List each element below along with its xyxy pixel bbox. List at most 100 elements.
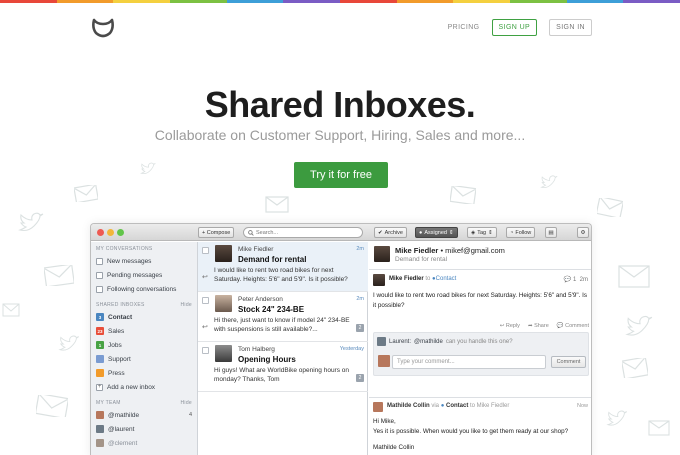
avatar <box>96 425 104 433</box>
window-toolbar: + Compose Search... ✔ Archive ● Assigned… <box>91 224 591 241</box>
plus-icon: + <box>96 383 103 391</box>
bird-icon <box>58 335 80 353</box>
calendar-button[interactable]: ▤ <box>545 227 557 238</box>
inbox-color-badge <box>96 369 104 377</box>
conversation-header: Mike Fiedler • mikef@gmail.com Demand fo… <box>369 242 591 270</box>
sidebar-item-sales[interactable]: 23 Sales <box>91 324 197 338</box>
add-inbox-button[interactable]: + Add a new inbox <box>91 380 197 394</box>
sidebar-item-jobs[interactable]: 1 Jobs <box>91 338 197 352</box>
try-free-button[interactable]: Try it for free <box>294 162 388 188</box>
stepper-icon: ⇕ <box>488 229 493 236</box>
sidebar-item-new-messages[interactable]: New messages <box>91 254 197 268</box>
reply-icon: ↩ <box>202 324 208 331</box>
reply-message: Mathilde Collin via ● Contact to Mike Fi… <box>369 397 591 455</box>
rainbow-segment <box>226 0 284 3</box>
reply-time: Now <box>576 403 588 409</box>
compose-button[interactable]: + Compose <box>198 227 235 238</box>
comment-input[interactable]: Type your comment... <box>392 355 546 369</box>
message-count-badge: 2 <box>356 324 364 332</box>
select-checkbox[interactable] <box>202 297 209 304</box>
signup-button[interactable]: SIGN UP <box>491 19 538 36</box>
shared-inboxes-header: SHARED INBOXES Hide <box>96 302 192 308</box>
pricing-link[interactable]: PRICING <box>448 24 480 31</box>
search-input[interactable]: Search... <box>243 227 363 238</box>
hero-subtitle: Collaborate on Customer Support, Hiring,… <box>154 127 526 143</box>
avatar <box>96 411 104 419</box>
message-card: Mike Fiedler to ●Contact 💬 1 2m I would … <box>369 271 591 376</box>
my-conversations-header: MY CONVERSATIONS <box>96 246 153 252</box>
conversation-item[interactable]: Mike Fiedler 2m Demand for rental ↩ I wo… <box>198 242 368 292</box>
follow-button[interactable]: ◔ Follow <box>506 227 536 238</box>
inbox-color-badge <box>96 355 104 363</box>
select-checkbox[interactable] <box>202 247 209 254</box>
inbox-count-badge: 3 <box>96 313 104 321</box>
signin-button[interactable]: SIGN IN <box>549 19 592 36</box>
share-button[interactable]: ➦ Share <box>528 323 549 329</box>
comment-icon: 💬 <box>563 277 572 283</box>
team-member-mathilde[interactable]: @mathilde 4 <box>91 408 197 422</box>
sidebar-item-support[interactable]: Support <box>91 352 197 366</box>
message-time: 2m <box>356 296 364 302</box>
conversation-subject: Demand for rental <box>395 256 448 263</box>
rainbow-segment <box>510 0 567 3</box>
minimize-window-icon[interactable] <box>107 229 114 236</box>
sender-name: Mike Fiedler <box>238 246 274 253</box>
tag-button[interactable]: ◈ Tag ⇕ <box>467 227 497 238</box>
hero-title: Shared Inboxes. <box>204 84 476 125</box>
my-team-header: MY TEAM Hide <box>96 400 192 406</box>
conversation-item[interactable]: Tom Halberg Yesterday Opening Hours Hi g… <box>198 342 368 392</box>
envelope-icon <box>265 196 289 213</box>
archive-button[interactable]: ✔ Archive <box>374 227 407 238</box>
assigned-button[interactable]: ● Assigned ⇕ <box>415 227 458 238</box>
reply-icon: ↩ <box>202 274 208 281</box>
sidebar: MY CONVERSATIONS New messages Pending me… <box>91 242 198 455</box>
team-member-laurent[interactable]: @laurent <box>91 422 197 436</box>
inbox-count-badge: 23 <box>96 327 104 335</box>
sidebar-item-contact[interactable]: 3 Contact <box>91 310 197 324</box>
rainbow-segment <box>566 0 624 3</box>
close-window-icon[interactable] <box>97 229 104 236</box>
reply-button[interactable]: ↩ Reply <box>500 323 520 329</box>
archive-label: Archive <box>384 229 403 236</box>
avatar <box>378 355 390 367</box>
tag-label: Tag <box>477 229 487 236</box>
hide-inboxes-link[interactable]: Hide <box>181 302 192 308</box>
reply-sender: Mathilde Collin via ● Contact to Mike Fi… <box>387 403 510 409</box>
submit-comment-button[interactable]: Comment <box>551 356 586 368</box>
search-placeholder: Search... <box>256 229 279 236</box>
settings-button[interactable]: ⚙ <box>577 227 589 238</box>
conversation-item[interactable]: Peter Anderson 2m Stock 24" 234-BE ↩ Hi … <box>198 292 368 342</box>
avatar <box>377 337 386 346</box>
bird-icon <box>18 212 44 234</box>
maximize-window-icon[interactable] <box>117 229 124 236</box>
hide-team-link[interactable]: Hide <box>181 400 192 406</box>
gear-icon: ⚙ <box>580 229 586 236</box>
message-time: Yesterday <box>339 346 364 352</box>
search-icon <box>248 229 254 236</box>
envelope-icon <box>44 265 74 286</box>
comment-row: Laurent: @mathilde can you handle this o… <box>377 337 513 346</box>
avatar <box>96 439 104 447</box>
front-logo-icon[interactable] <box>90 14 116 40</box>
envelope-icon <box>450 186 476 204</box>
follow-label: Follow <box>515 229 532 236</box>
calendar-icon: ▤ <box>548 229 554 236</box>
envelope-icon <box>618 265 650 288</box>
message-sender: Mike Fiedler to ●Contact <box>389 276 457 282</box>
envelope-icon <box>622 358 648 378</box>
envelope-icon <box>597 198 623 217</box>
select-checkbox[interactable] <box>202 347 209 354</box>
reply-body: Hi Mike, Yes it is possible. When would … <box>373 418 569 451</box>
envelope-icon <box>74 185 98 202</box>
avatar <box>215 245 232 262</box>
message-preview: I would like to rent two road bikes for … <box>214 267 348 283</box>
message-body: I would like to rent two road bikes for … <box>373 292 587 309</box>
sidebar-item-press[interactable]: Press <box>91 366 197 380</box>
sidebar-item-pending-messages[interactable]: Pending messages <box>91 268 197 282</box>
bird-icon <box>540 175 558 190</box>
team-member-clement[interactable]: @clement <box>91 436 197 450</box>
rainbow-segment <box>453 0 511 3</box>
bird-icon <box>606 410 628 428</box>
sidebar-item-following[interactable]: Following conversations <box>91 282 197 296</box>
comment-button[interactable]: 💬 Comment <box>557 323 589 329</box>
